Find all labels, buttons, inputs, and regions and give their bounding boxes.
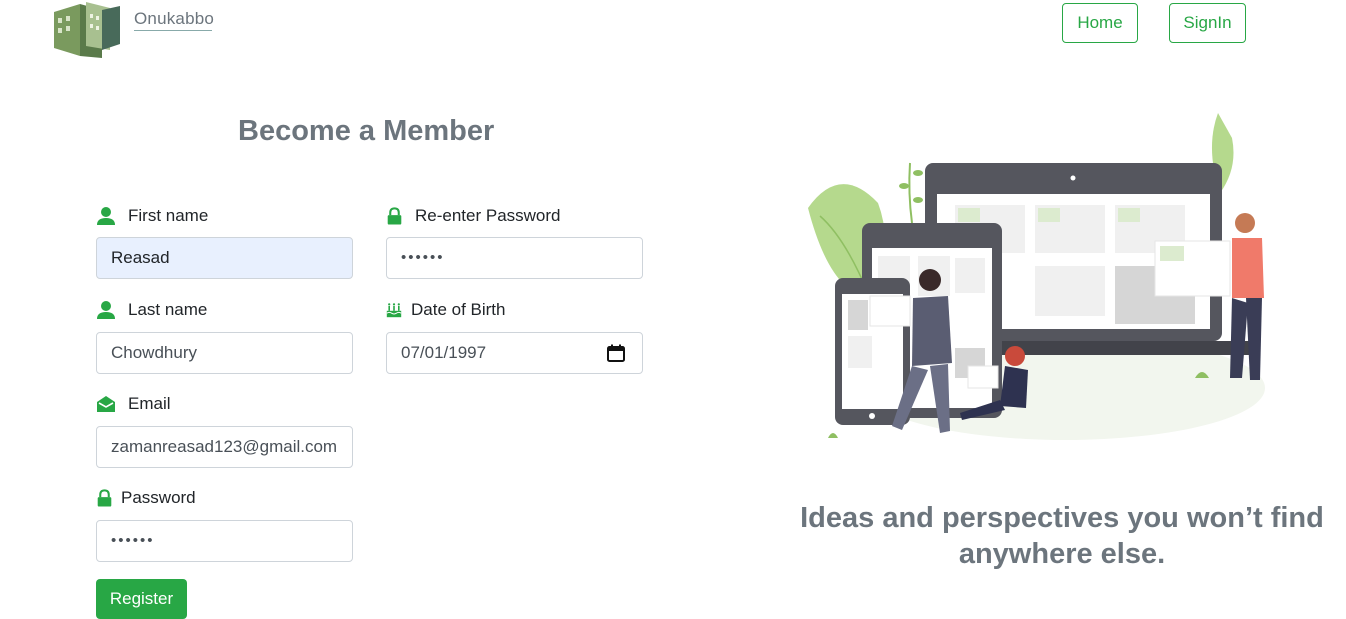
form-title: Become a Member <box>238 115 495 147</box>
calendar-icon[interactable] <box>607 344 625 362</box>
password-label: Password <box>96 488 196 508</box>
email-label-text: Email <box>128 394 171 413</box>
reenter-password-label: Re-enter Password <box>386 206 561 226</box>
last-name-label: Last name <box>96 300 207 320</box>
first-name-label-text: First name <box>128 206 209 225</box>
envelope-icon <box>97 396 115 412</box>
reenter-password-input[interactable]: •••••• <box>386 237 643 279</box>
user-icon <box>97 301 115 319</box>
signin-button[interactable]: SignIn <box>1169 3 1246 43</box>
dob-value: 07/01/1997 <box>401 343 487 362</box>
birthday-cake-icon <box>386 303 402 318</box>
register-button[interactable]: Register <box>96 579 187 619</box>
email-input[interactable]: zamanreasad123@gmail.com <box>96 426 353 468</box>
user-icon <box>97 207 115 225</box>
dob-label-text: Date of Birth <box>411 300 506 319</box>
brand-name[interactable]: Onukabbo <box>134 9 214 29</box>
brand-underline <box>134 30 212 31</box>
first-name-input[interactable]: Reasad <box>96 237 353 279</box>
first-name-label: First name <box>96 206 208 226</box>
hero-illustration <box>808 113 1265 440</box>
tagline: Ideas and perspectives you won’t find an… <box>800 502 1324 570</box>
password-label-text: Password <box>121 488 196 507</box>
password-input[interactable]: •••••• <box>96 520 353 562</box>
dob-input[interactable]: 07/01/1997 <box>386 332 643 374</box>
home-button[interactable]: Home <box>1062 3 1138 43</box>
logo-icon[interactable] <box>50 0 122 60</box>
lock-icon <box>387 207 402 225</box>
lock-icon <box>97 489 112 507</box>
dob-label: Date of Birth <box>386 300 506 320</box>
last-name-label-text: Last name <box>128 300 208 319</box>
email-label: Email <box>96 394 171 414</box>
last-name-input[interactable]: Chowdhury <box>96 332 353 374</box>
reenter-password-label-text: Re-enter Password <box>415 206 561 225</box>
